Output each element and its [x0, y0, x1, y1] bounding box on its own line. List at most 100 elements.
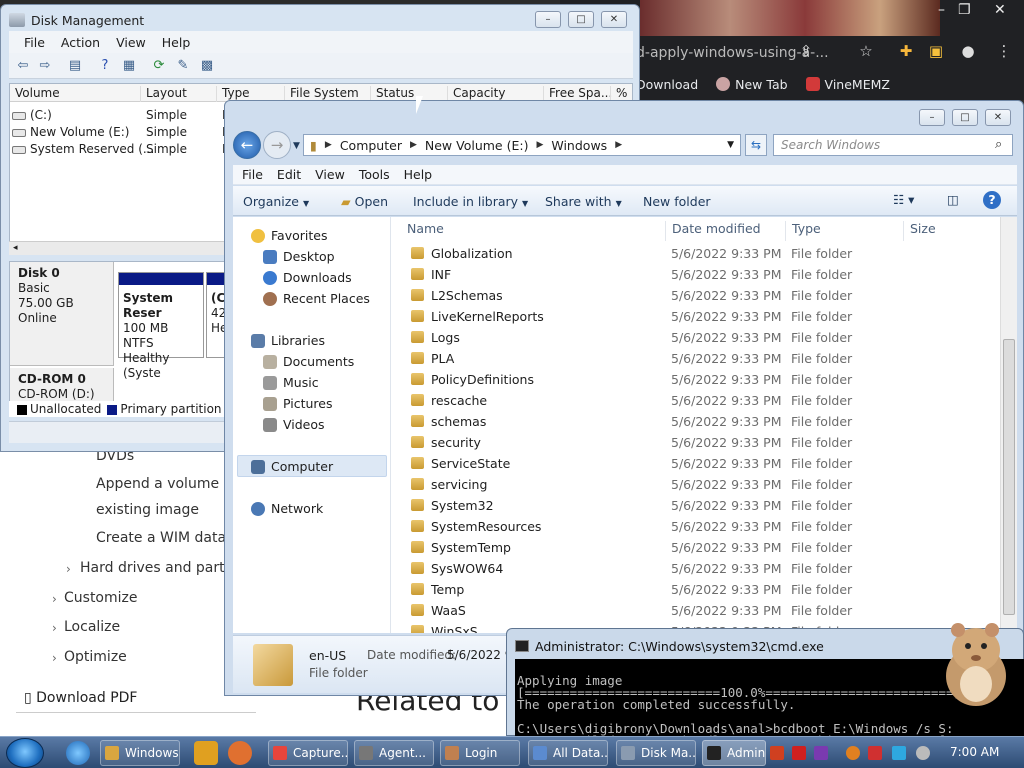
cdrom-header[interactable]: CD-ROM 0 CD-ROM (D:) [10, 368, 114, 402]
nav-pictures[interactable]: Pictures [263, 396, 333, 411]
clock[interactable]: 7:00 AM [950, 745, 999, 759]
breadcrumb-new-volume[interactable]: New Volume (E:) [425, 138, 529, 153]
nav-libraries[interactable]: Libraries [251, 333, 325, 348]
file-row[interactable]: Temp 5/6/2022 9:33 PM File folder [391, 579, 1001, 600]
breadcrumb-computer[interactable]: Computer [340, 138, 402, 153]
minimize-icon[interactable]: – [938, 2, 945, 18]
menu-tools[interactable]: Tools [354, 167, 395, 182]
file-row[interactable]: Globalization 5/6/2022 9:33 PM File folder [391, 243, 1001, 264]
volume-row[interactable]: (C:) Simple B [12, 108, 230, 125]
scroll-left-icon[interactable]: ◂ [13, 243, 18, 253]
taskbar-button[interactable]: Agent... [354, 740, 434, 766]
nav-favorites[interactable]: Favorites [251, 228, 327, 243]
refresh-icon[interactable]: ⟳ [151, 58, 167, 74]
file-row[interactable]: PolicyDefinitions 5/6/2022 9:33 PM File fo… [391, 369, 1001, 390]
nav-recent-places[interactable]: Recent Places [263, 291, 370, 306]
file-row[interactable]: ServiceState 5/6/2022 9:33 PM File folder [391, 453, 1001, 474]
nav-downloads[interactable]: Downloads [263, 270, 352, 285]
taskbar-button[interactable]: Capture... [268, 740, 348, 766]
file-row[interactable]: PLA 5/6/2022 9:33 PM File folder [391, 348, 1001, 369]
settings-icon[interactable]: ▩ [199, 58, 215, 74]
file-row[interactable]: servicing 5/6/2022 9:33 PM File folder [391, 474, 1001, 495]
chevron-right-icon[interactable]: › [52, 621, 57, 635]
vertical-scrollbar[interactable] [1000, 217, 1017, 633]
taskbar-button[interactable]: Windows [100, 740, 180, 766]
close-icon[interactable]: ✕ [994, 2, 1006, 18]
search-input[interactable]: Search Windows [773, 134, 1013, 156]
bookmark-download[interactable]: Download [636, 77, 698, 92]
share-icon[interactable]: ⇪ [796, 42, 816, 62]
start-button[interactable] [6, 738, 44, 768]
menu-view[interactable]: View [111, 35, 151, 50]
media-player-icon[interactable] [194, 741, 218, 765]
help-icon[interactable]: ? [983, 191, 1001, 209]
download-pdf-link[interactable]: ▯ Download PDF [24, 690, 137, 706]
tree-item[interactable]: Create a WIM data in [96, 530, 243, 546]
taskbar-button[interactable]: Login [440, 740, 520, 766]
nav-videos[interactable]: Videos [263, 417, 325, 432]
tree-item[interactable]: existing image [96, 502, 199, 518]
network-tray-icon[interactable] [892, 746, 906, 760]
internet-explorer-icon[interactable] [66, 741, 90, 765]
desktop-pet-hamster[interactable] [936, 614, 1014, 710]
col-volume[interactable]: Volume [10, 86, 60, 102]
menu-file[interactable]: File [19, 35, 50, 50]
view-options-icon[interactable]: ☷ ▾ [893, 192, 914, 207]
console-tree-icon[interactable]: ▤ [67, 58, 83, 74]
maximize-button[interactable]: □ [568, 11, 594, 28]
tree-item[interactable]: Optimize [64, 649, 127, 665]
minimize-button[interactable]: – [535, 11, 561, 28]
tree-item[interactable]: Append a volume im [96, 476, 241, 492]
close-button[interactable]: ✕ [601, 11, 627, 28]
taskbar-button[interactable]: All Data... [528, 740, 608, 766]
file-row[interactable]: INF 5/6/2022 9:33 PM File folder [391, 264, 1001, 285]
file-row[interactable]: System32 5/6/2022 9:33 PM File folder [391, 495, 1001, 516]
file-row[interactable]: WaaS 5/6/2022 9:33 PM File folder [391, 600, 1001, 621]
open-button[interactable]: ▰ Open [341, 194, 388, 209]
new-folder-button[interactable]: New folder [643, 194, 711, 209]
menu-edit[interactable]: Edit [272, 167, 306, 182]
col-date-modified[interactable]: Date modified [665, 221, 761, 241]
disk0-header[interactable]: Disk 0 Basic 75.00 GB Online [10, 262, 114, 366]
volume-row[interactable]: New Volume (E:) Simple B [12, 125, 230, 142]
taskbar-button[interactable]: Disk Ma... [616, 740, 696, 766]
star-icon[interactable]: ☆ [856, 42, 876, 62]
file-row[interactable]: SystemResources 5/6/2022 9:33 PM File fold… [391, 516, 1001, 537]
nav-network[interactable]: Network [251, 501, 323, 516]
tree-item[interactable]: Customize [64, 590, 138, 606]
profile-icon[interactable]: ● [958, 42, 978, 62]
file-row[interactable]: SysWOW64 5/6/2022 9:33 PM File folder [391, 558, 1001, 579]
maximize-button[interactable]: □ [952, 109, 978, 126]
nav-desktop[interactable]: Desktop [263, 249, 335, 264]
chevron-right-icon[interactable]: › [66, 562, 71, 576]
help-icon[interactable]: ? [97, 58, 113, 74]
file-row[interactable]: L2Schemas 5/6/2022 9:33 PM File folder [391, 285, 1001, 306]
menu-file[interactable]: File [237, 167, 268, 182]
tray-app-icon[interactable] [792, 746, 806, 760]
tray-app-icon[interactable] [814, 746, 828, 760]
nav-music[interactable]: Music [263, 375, 319, 390]
partition-system-reserved[interactable]: System Reser 100 MB NTFS Healthy (Syste [118, 272, 204, 380]
file-row[interactable]: rescache 5/6/2022 9:33 PM File folder [391, 390, 1001, 411]
col-type[interactable]: Type [785, 221, 821, 241]
forward-arrow-icon[interactable]: ⇨ [37, 58, 53, 74]
extension-icon[interactable]: ✚ [896, 42, 916, 62]
chevron-right-icon[interactable]: › [52, 651, 57, 665]
tree-item[interactable]: Hard drives and partitio [80, 560, 246, 576]
scroll-thumb[interactable] [1003, 339, 1015, 615]
back-arrow-icon[interactable]: ⇦ [15, 58, 31, 74]
menu-action[interactable]: Action [56, 35, 105, 50]
horizontal-scrollbar[interactable]: ◂ [9, 241, 227, 255]
bookmark-new-tab[interactable]: New Tab [716, 77, 788, 92]
file-row[interactable]: Logs 5/6/2022 9:33 PM File folder [391, 327, 1001, 348]
chevron-right-icon[interactable]: › [52, 592, 57, 606]
recent-pages-icon[interactable]: ▼ [293, 141, 300, 151]
share-with-button[interactable]: Share with ▼ [545, 194, 622, 209]
nav-computer[interactable]: Computer [251, 459, 333, 474]
include-in-library-button[interactable]: Include in library ▼ [413, 194, 528, 209]
flag-icon[interactable] [868, 746, 882, 760]
address-bar[interactable]: ▮ ▶ Computer ▶ New Volume (E:) ▶ Windows… [303, 134, 741, 156]
sidepanel-icon[interactable]: ▣ [926, 42, 946, 62]
col-layout[interactable]: Layout [140, 86, 187, 102]
restore-icon[interactable]: ❐ [958, 2, 971, 18]
